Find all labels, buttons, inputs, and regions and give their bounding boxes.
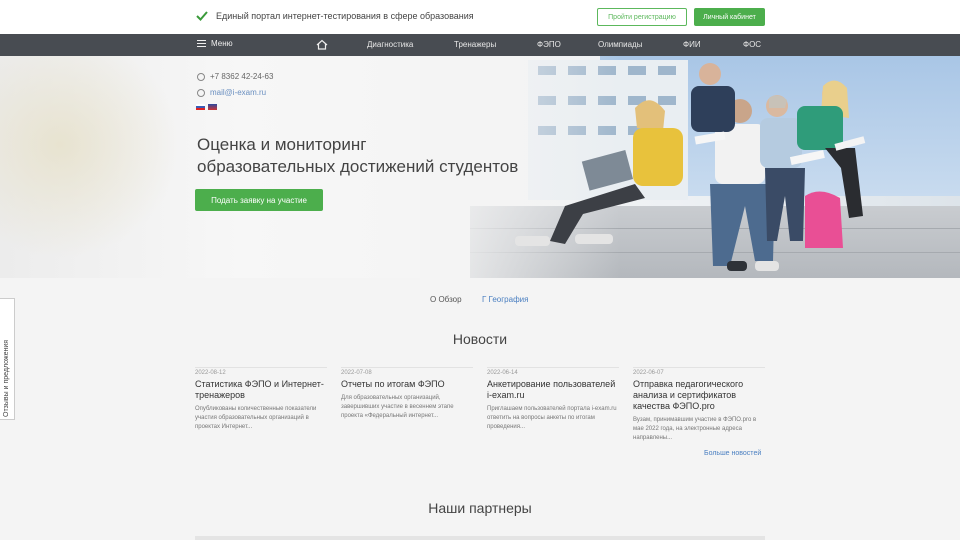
nav-item-trainers[interactable]: Тренажеры xyxy=(454,40,496,49)
news-headline[interactable]: Отправка педагогического анализа и серти… xyxy=(633,379,765,412)
nav-item-fepo[interactable]: ФЭПО xyxy=(537,40,561,49)
news-headline[interactable]: Анкетирование пользователей i-exam.ru xyxy=(487,379,619,401)
phone-number: +7 8362 42-24-63 xyxy=(210,72,274,81)
nav-item-fii[interactable]: ФИИ xyxy=(683,40,701,49)
main-nav: Меню Диагностика Тренажеры ФЭПО Олимпиад… xyxy=(0,34,960,56)
home-icon[interactable] xyxy=(316,39,328,50)
feedback-label: Отзывы и предложения xyxy=(3,339,10,417)
hero-background-left xyxy=(0,56,200,278)
partners-section-title: Наши партнеры xyxy=(428,500,532,516)
feedback-side-tab[interactable]: Отзывы и предложения xyxy=(0,298,15,420)
news-card[interactable]: 2022-07-08 Отчеты по итогам ФЭПО Для обр… xyxy=(341,367,473,421)
flag-en-icon[interactable] xyxy=(208,104,217,110)
check-icon xyxy=(196,11,208,21)
news-date: 2022-06-07 xyxy=(633,367,765,377)
register-button[interactable]: Пройти регистрацию xyxy=(597,8,687,26)
news-headline[interactable]: Статистика ФЭПО и Интернет-тренажеров xyxy=(195,379,327,401)
news-excerpt: Опубликованы количественные показатели у… xyxy=(195,406,317,430)
hamburger-icon xyxy=(197,40,206,47)
news-excerpt: Приглашаем пользователей портала i-exam.… xyxy=(487,406,617,430)
top-bar: Единый портал интернет-тестирования в сф… xyxy=(0,0,960,34)
contact-email[interactable]: mail@i-exam.ru xyxy=(197,88,266,97)
partners-strip xyxy=(195,536,765,540)
language-flags xyxy=(196,104,217,110)
nav-item-fos[interactable]: ФОС xyxy=(743,40,761,49)
overview-link[interactable]: О Обзор xyxy=(430,295,462,304)
news-excerpt: Вузам, принимавшим участие в ФЭПО.pro в … xyxy=(633,417,757,441)
hero-banner: +7 8362 42-24-63 mail@i-exam.ru Оценка и… xyxy=(0,56,960,278)
nav-item-olympiads[interactable]: Олимпиады xyxy=(598,40,642,49)
apply-button[interactable]: Подать заявку на участие xyxy=(195,189,323,211)
email-address: mail@i-exam.ru xyxy=(210,88,267,97)
hero-title-line2: образовательных достижений студентов xyxy=(197,157,519,176)
news-date: 2022-07-08 xyxy=(341,367,473,377)
news-card[interactable]: 2022-06-14 Анкетирование пользователей i… xyxy=(487,367,619,432)
news-card[interactable]: 2022-06-07 Отправка педагогического анал… xyxy=(633,367,765,443)
portal-tagline: Единый портал интернет-тестирования в сф… xyxy=(216,11,474,21)
news-excerpt: Для образовательных организаций, заверши… xyxy=(341,395,454,419)
news-headline[interactable]: Отчеты по итогам ФЭПО xyxy=(341,379,473,390)
menu-button[interactable]: Меню xyxy=(197,39,233,48)
flag-ru-icon[interactable] xyxy=(196,104,205,110)
news-card[interactable]: 2022-08-12 Статистика ФЭПО и Интернет-тр… xyxy=(195,367,327,432)
more-news-link[interactable]: Больше новостей xyxy=(704,450,761,457)
hero-title: Оценка и мониторинг образовательных дост… xyxy=(197,134,597,178)
nav-item-diagnostics[interactable]: Диагностика xyxy=(367,40,413,49)
news-section-title: Новости xyxy=(452,331,508,347)
news-date: 2022-08-12 xyxy=(195,367,327,377)
geography-link[interactable]: Г География xyxy=(482,295,528,304)
news-date: 2022-06-14 xyxy=(487,367,619,377)
contact-phone[interactable]: +7 8362 42-24-63 xyxy=(197,72,273,81)
mail-icon xyxy=(197,88,205,97)
hero-title-line1: Оценка и мониторинг xyxy=(197,135,367,154)
menu-label: Меню xyxy=(211,39,233,48)
personal-cabinet-button[interactable]: Личный кабинет xyxy=(694,8,765,26)
phone-icon xyxy=(197,72,205,81)
